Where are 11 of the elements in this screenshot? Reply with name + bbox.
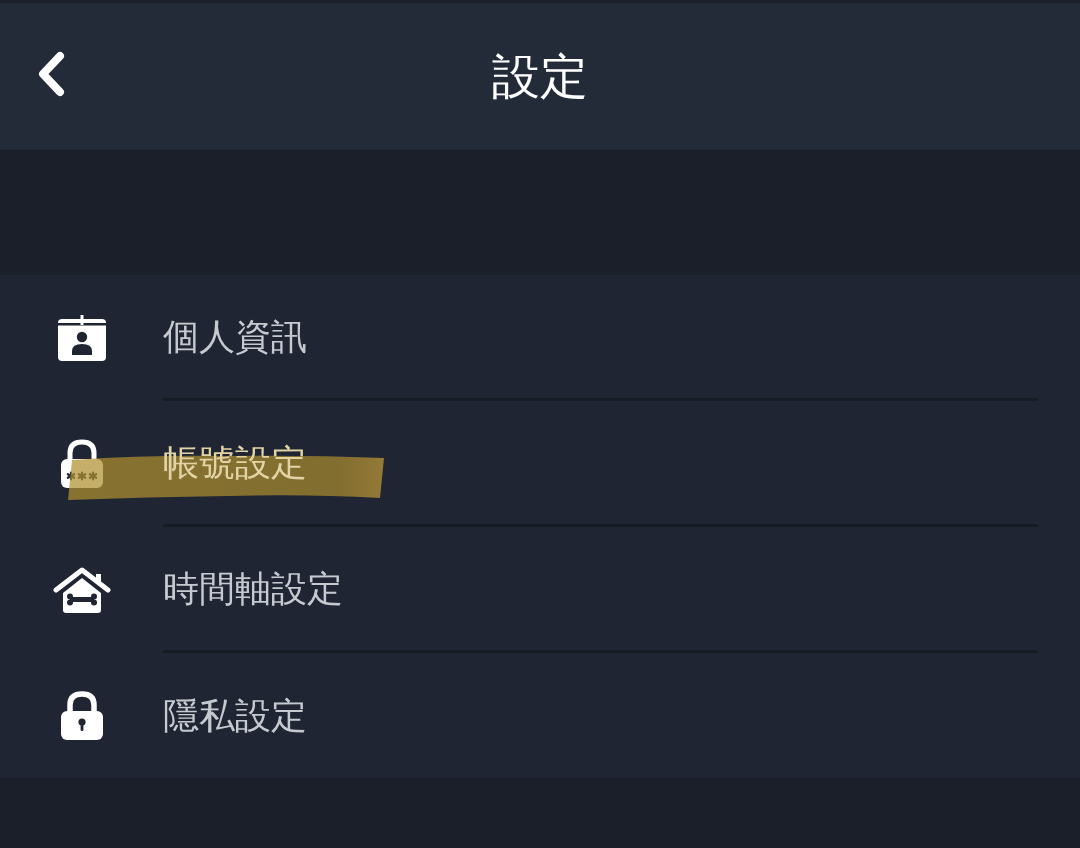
settings-item-label: 時間軸設定 [163, 566, 343, 611]
settings-item[interactable]: 隱私設定 [0, 653, 1080, 778]
settings-item[interactable]: 時間軸設定 [0, 527, 1080, 653]
settings-item-label: 隱私設定 [163, 693, 307, 738]
settings-item-label: 個人資訊 [163, 314, 307, 359]
doghouse-icon [52, 566, 111, 614]
id-badge-icon [56, 315, 107, 361]
back-chevron-icon [36, 51, 66, 97]
lock-icon [59, 690, 104, 741]
page-title: 設定 [492, 50, 588, 103]
settings-item[interactable]: 個人資訊 [0, 275, 1080, 401]
